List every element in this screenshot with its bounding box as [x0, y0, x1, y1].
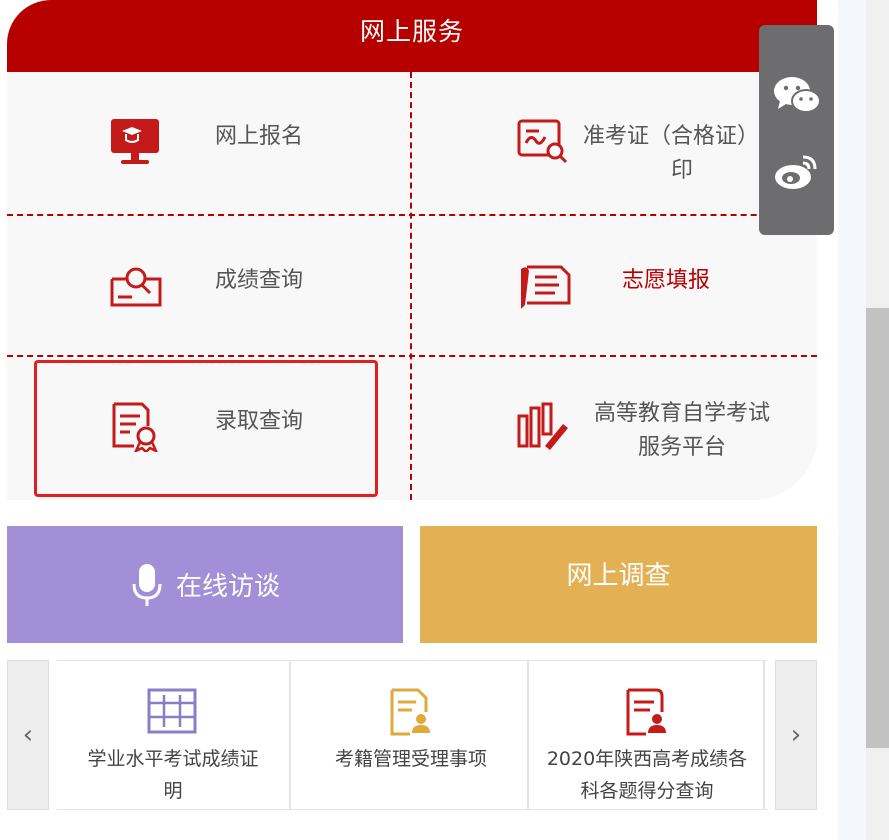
scrollbar-thumb[interactable]	[866, 308, 889, 748]
score-doc-icon	[626, 688, 666, 736]
button-label: 在线访谈	[175, 572, 280, 602]
service-label-line: 高等教育自学考试	[593, 401, 770, 426]
carousel-next-button[interactable]: ›	[775, 660, 817, 810]
button-label: 网上调查	[566, 561, 671, 591]
label-line: 2020年陕西高考成绩各	[546, 748, 748, 770]
service-label: 网上报名	[215, 124, 304, 149]
carousel-item-label: 考籍管理受理事项	[293, 743, 529, 775]
label-line: 考籍管理受理事项	[334, 748, 487, 770]
carousel-item[interactable]: 202	[765, 661, 767, 809]
carousel-item-label: 2020年陕西高考成绩各 科各题得分查询	[529, 743, 765, 807]
service-label: 成绩查询	[215, 268, 304, 293]
chevron-left-icon: ‹	[22, 720, 34, 750]
online-interview-button[interactable]: 在线访谈	[7, 526, 403, 643]
microphone-icon	[132, 563, 162, 606]
carousel-item[interactable]: 学业水平考试成绩证 明	[57, 661, 291, 809]
quick-links-carousel: ‹ 学业水平考试成绩证 明 考籍管理受理事项 2020年陕西高考成绩各 科各题得…	[7, 660, 817, 810]
label-line: 明	[163, 780, 183, 802]
share-sidebar	[759, 25, 834, 235]
carousel-prev-button[interactable]: ‹	[7, 660, 49, 810]
service-application-filling[interactable]: 志愿填报	[412, 216, 815, 358]
online-survey-button[interactable]: 网上调查	[420, 526, 817, 643]
application-form-icon	[521, 265, 571, 309]
service-label-highlighted: 志愿填报	[622, 268, 711, 293]
section-title: 网上服务	[359, 17, 464, 46]
selection-highlight	[34, 360, 378, 497]
wechat-icon[interactable]	[772, 75, 822, 115]
online-services-header: 网上服务	[7, 0, 817, 72]
label-line: 学业水平考试成绩证	[87, 748, 259, 770]
service-online-registration[interactable]: 网上报名	[7, 72, 410, 214]
grid-certificate-icon	[147, 688, 197, 734]
carousel-item-label: 学业水平考试成绩证 明	[57, 743, 291, 807]
chevron-right-icon: ›	[790, 720, 802, 750]
weibo-icon[interactable]	[773, 151, 821, 191]
label-line: 科各题得分查询	[580, 780, 714, 802]
service-label: 高等教育自学考试 服务平台	[562, 397, 802, 465]
page-margin	[838, 0, 866, 840]
monitor-icon	[111, 119, 159, 164]
service-admission-ticket-print[interactable]: 准考证（合格证）打 印	[412, 72, 815, 214]
carousel-viewport: 学业水平考试成绩证 明 考籍管理受理事项 2020年陕西高考成绩各 科各题得分查…	[57, 660, 767, 810]
service-self-study-platform[interactable]: 高等教育自学考试 服务平台	[412, 357, 815, 499]
score-query-icon	[110, 267, 162, 307]
service-label-line: 服务平台	[637, 435, 726, 460]
service-score-query[interactable]: 成绩查询	[7, 216, 410, 358]
record-doc-icon	[390, 688, 430, 736]
carousel-item[interactable]: 考籍管理受理事项	[293, 661, 529, 809]
carousel-item[interactable]: 2020年陕西高考成绩各 科各题得分查询	[529, 661, 765, 809]
